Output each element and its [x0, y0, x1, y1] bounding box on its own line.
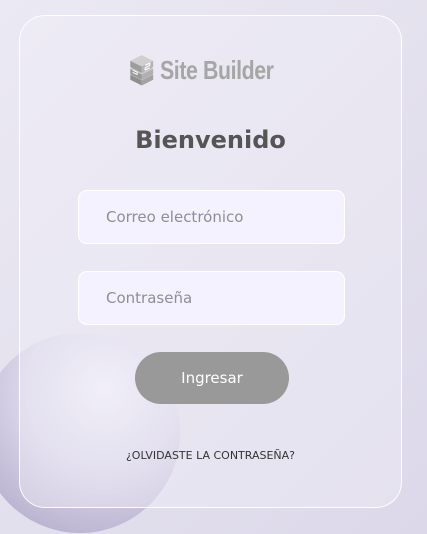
forgot-password-link[interactable]: ¿OLVIDASTE LA CONTRASEÑA?	[20, 449, 401, 462]
page-title: Bienvenido	[135, 126, 286, 154]
login-card: Site Builder Bienvenido Ingresar ¿OLVIDA…	[19, 15, 402, 508]
stacked-cube-logo-icon	[130, 55, 154, 86]
password-field[interactable]	[78, 271, 345, 325]
login-button[interactable]: Ingresar	[135, 352, 289, 404]
email-field[interactable]	[78, 190, 345, 244]
brand-logo: Site Builder	[128, 42, 298, 98]
brand-name: Site Builder	[159, 54, 274, 85]
